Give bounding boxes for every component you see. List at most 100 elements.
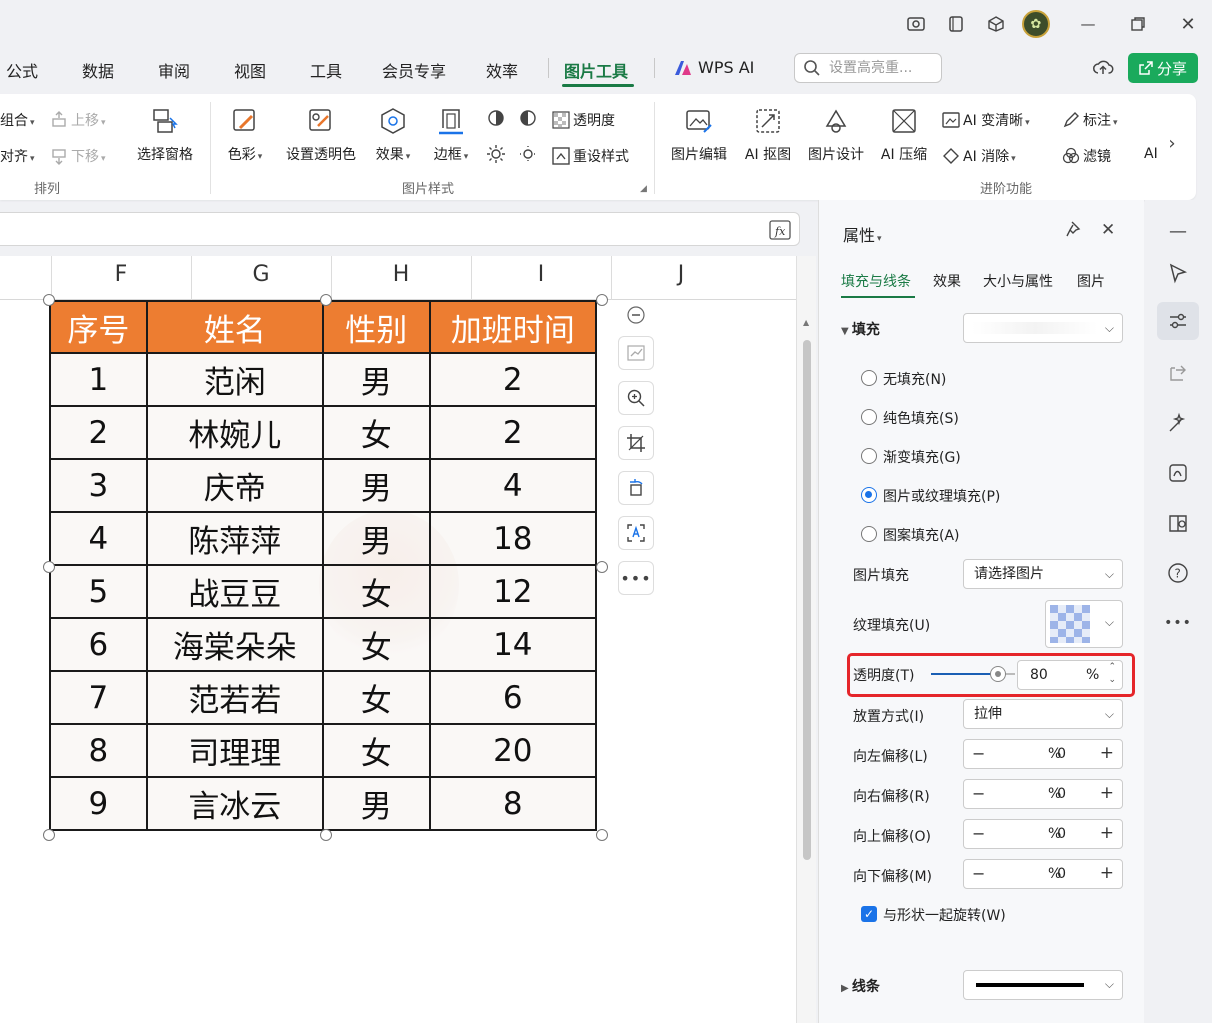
reset-style-button[interactable]: 重设样式: [552, 146, 629, 166]
fx-icon[interactable]: fx: [769, 219, 791, 241]
ribbon-scroll-right-icon[interactable]: ›: [1160, 128, 1184, 158]
column-header-i[interactable]: I: [471, 262, 611, 287]
align-button[interactable]: 对齐 ▾: [0, 146, 35, 166]
resize-handle[interactable]: [320, 829, 332, 841]
stepper-arrows-icon[interactable]: ⌃ ⌄: [1108, 661, 1116, 687]
tab-picture-tools[interactable]: 图片工具: [564, 58, 628, 82]
scrollbar-thumb[interactable]: [803, 340, 811, 860]
border-button[interactable]: 边框 ▾: [428, 106, 474, 164]
line-section-toggle[interactable]: ▶ 线条: [841, 976, 880, 996]
column-header-f[interactable]: F: [51, 262, 191, 287]
decrease-icon[interactable]: −: [972, 784, 985, 803]
adjust-sliders-icon[interactable]: [1165, 308, 1191, 334]
contrast-icon[interactable]: [518, 108, 538, 132]
cloud-upload-icon[interactable]: [1092, 58, 1114, 78]
window-tile-icon[interactable]: [944, 12, 968, 36]
tab-picture[interactable]: 图片: [1077, 271, 1105, 291]
tab-tools[interactable]: 工具: [310, 58, 342, 82]
annotate-button[interactable]: 标注 ▾: [1062, 110, 1118, 130]
rotate-with-shape-checkbox[interactable]: ✓: [861, 906, 877, 922]
tab-effect[interactable]: 效果: [933, 271, 961, 291]
effect-button[interactable]: 效果 ▾: [370, 106, 416, 164]
ai-cutout-button[interactable]: AI 抠图: [740, 106, 796, 164]
placement-dropdown[interactable]: 拉伸 ⌵: [963, 699, 1123, 729]
brightness-up-icon[interactable]: [486, 108, 506, 132]
ai-compress-button[interactable]: AI 压缩: [876, 106, 932, 164]
table-picture-object[interactable]: 序号 姓名 性别 加班时间 1 范闲男 2 2 林婉儿女 2 3 庆帝男 4 4 陈萍萍男 18 5 战豆…: [49, 300, 598, 831]
radio-gradient-fill[interactable]: [861, 448, 877, 464]
selection-pane-button[interactable]: 选择窗格: [134, 106, 196, 164]
column-header-j[interactable]: J: [611, 262, 751, 287]
radio-solid-fill[interactable]: [861, 409, 877, 425]
color-button[interactable]: 色彩 ▾: [222, 106, 268, 164]
magic-tools-icon[interactable]: [1165, 410, 1191, 436]
screenshot-icon[interactable]: [904, 12, 928, 36]
transform-icon[interactable]: [1165, 360, 1191, 386]
picture-fill-dropdown[interactable]: 请选择图片 ⌵: [963, 559, 1123, 589]
column-header-g[interactable]: G: [191, 262, 331, 287]
decrease-icon[interactable]: −: [972, 824, 985, 843]
fill-section-toggle[interactable]: ▼ 填充: [841, 319, 880, 339]
restore-icon[interactable]: [1126, 12, 1150, 36]
resize-handle[interactable]: [596, 829, 608, 841]
resize-handle[interactable]: [596, 294, 608, 306]
transparency-input[interactable]: 80 % ⌃ ⌄: [1017, 660, 1123, 690]
set-transparent-color-button[interactable]: 设置透明色: [282, 106, 360, 164]
more-options-icon[interactable]: •••: [618, 561, 654, 595]
picture-design-button[interactable]: 图片设计: [804, 106, 868, 164]
tab-data[interactable]: 数据: [82, 58, 114, 82]
increase-icon[interactable]: +: [1100, 863, 1114, 883]
more-icon[interactable]: •••: [1164, 610, 1191, 636]
tab-wps-ai[interactable]: WPS AI: [698, 58, 754, 77]
help-icon[interactable]: ?: [1165, 560, 1191, 586]
rotate-icon[interactable]: [618, 471, 654, 505]
radio-pattern-fill[interactable]: [861, 526, 877, 542]
share-button[interactable]: 分享: [1128, 53, 1198, 83]
close-panel-icon[interactable]: ✕: [1101, 220, 1115, 240]
radio-picture-texture-fill[interactable]: [861, 487, 877, 503]
minimize-icon[interactable]: —: [1076, 12, 1100, 36]
resize-handle[interactable]: [596, 561, 608, 573]
offset-up-stepper[interactable]: − 0 % +: [963, 819, 1123, 849]
offset-right-stepper[interactable]: − 0 % +: [963, 779, 1123, 809]
send-backward-button[interactable]: 下移 ▾: [50, 146, 106, 166]
avatar[interactable]: ✿: [1022, 10, 1050, 38]
pin-icon[interactable]: [1065, 220, 1083, 242]
increase-icon[interactable]: +: [1100, 743, 1114, 763]
transparency-button[interactable]: 透明度: [552, 110, 615, 130]
bring-forward-button[interactable]: 上移 ▾: [50, 110, 106, 130]
tab-member[interactable]: 会员专享: [382, 58, 446, 82]
spreadsheet-area[interactable]: F G H I J 序号 姓名 性别 加班时间 1 范闲男 2 2 林婉儿女 2 3 庆帝男 4…: [0, 256, 812, 1023]
dialog-launcher-icon[interactable]: ◢: [640, 184, 647, 194]
texture-fill-dropdown[interactable]: ⌵: [1045, 600, 1123, 648]
picture-edit-button[interactable]: 图片编辑: [666, 106, 732, 164]
vertical-scrollbar[interactable]: ▲: [796, 256, 816, 1023]
ai-text-icon[interactable]: [618, 516, 654, 550]
resize-handle[interactable]: [43, 829, 55, 841]
select-cursor-icon[interactable]: [1165, 260, 1191, 286]
cube-icon[interactable]: [984, 12, 1008, 36]
decrease-icon[interactable]: −: [972, 864, 985, 883]
search-input[interactable]: 设置高亮重...: [794, 53, 942, 83]
resize-handle[interactable]: [43, 561, 55, 573]
ai-erase-button[interactable]: AI 消除 ▾: [942, 146, 1016, 166]
tab-view[interactable]: 视图: [234, 58, 266, 82]
combine-button[interactable]: 组合 ▾: [0, 110, 35, 130]
ai-clarity-button[interactable]: AI 变清晰 ▾: [942, 110, 1030, 130]
increase-icon[interactable]: +: [1100, 823, 1114, 843]
offset-left-stepper[interactable]: − 0 % +: [963, 739, 1123, 769]
panel-title[interactable]: 属性 ▾: [843, 222, 882, 246]
sun-icon[interactable]: [486, 144, 506, 168]
sun-dim-icon[interactable]: [518, 144, 538, 168]
crop-icon[interactable]: [618, 426, 654, 460]
decrease-icon[interactable]: −: [972, 744, 985, 763]
line-style-dropdown[interactable]: ⌵: [963, 970, 1123, 1000]
resize-handle[interactable]: [320, 294, 332, 306]
formula-bar[interactable]: fx: [0, 212, 800, 246]
scroll-up-icon[interactable]: ▲: [803, 318, 809, 327]
increase-icon[interactable]: +: [1100, 783, 1114, 803]
ai-more-label[interactable]: AI: [1144, 146, 1158, 162]
collapse-sidebar-icon[interactable]: —: [1165, 218, 1191, 244]
offset-down-stepper[interactable]: − 0 % +: [963, 859, 1123, 889]
ai-sign-icon[interactable]: [1165, 460, 1191, 486]
